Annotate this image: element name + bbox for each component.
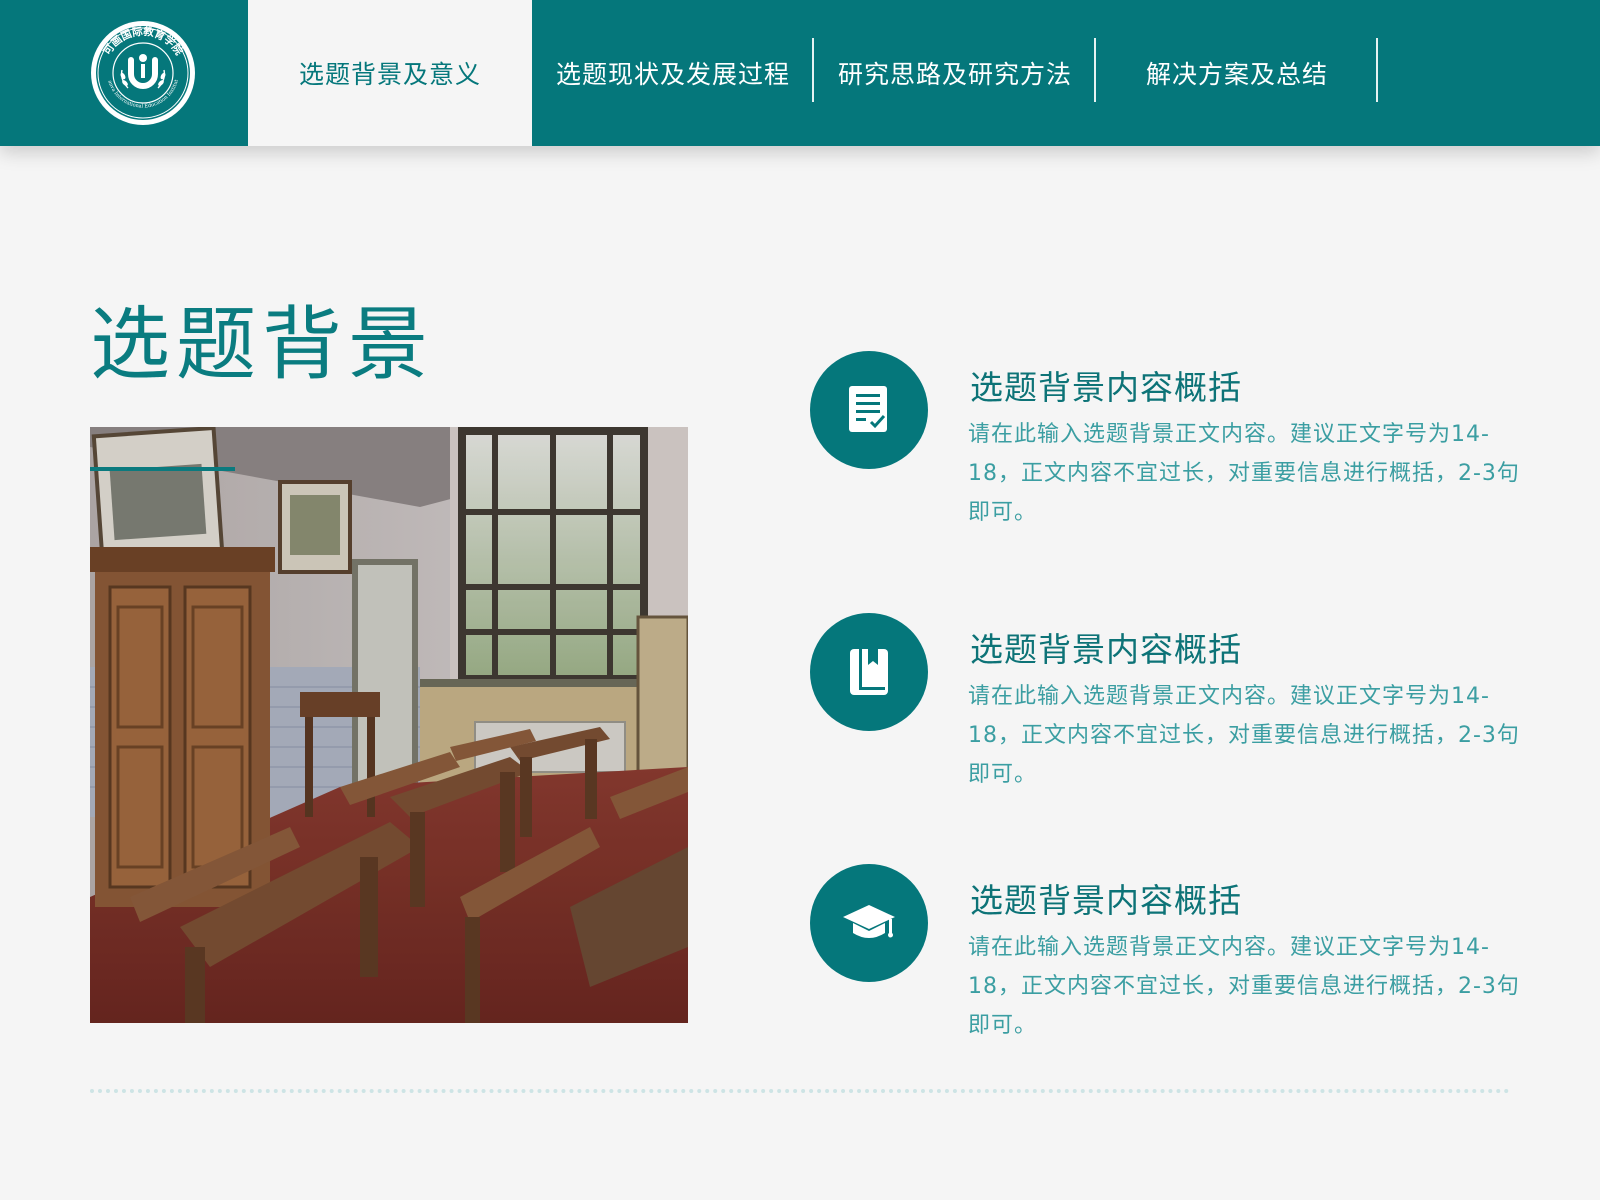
feature-title: 选题背景内容概括 xyxy=(970,630,1242,669)
feature-item: 选题背景内容概括 请在此输入选题背景正文内容。建议正文字号为14-18，正文内容… xyxy=(810,864,1530,1054)
bookmark-book-icon xyxy=(850,649,888,695)
nav-tab-solution[interactable]: 解决方案及总结 xyxy=(1096,0,1378,146)
bottom-dotted-divider xyxy=(90,1089,1510,1093)
nav-divider xyxy=(1376,38,1378,102)
document-check-icon xyxy=(849,386,887,432)
feature-item: 选题背景内容概括 请在此输入选题背景正文内容。建议正文字号为14-18，正文内容… xyxy=(810,613,1530,803)
nav-tab-label: 解决方案及总结 xyxy=(1145,60,1328,89)
photo-accent-line xyxy=(90,467,235,471)
feature-icon-circle xyxy=(810,864,928,982)
feature-icon-circle xyxy=(810,351,928,469)
graduation-cap-icon xyxy=(843,905,895,938)
feature-body: 请在此输入选题背景正文内容。建议正文字号为14-18，正文内容不宜过长，对重要信… xyxy=(968,935,1520,1038)
classroom-photo xyxy=(90,427,688,1023)
page-title: 选题背景 xyxy=(90,298,434,391)
feature-body: 请在此输入选题背景正文内容。建议正文字号为14-18，正文内容不宜过长，对重要信… xyxy=(968,422,1520,525)
nav-tab-methods[interactable]: 研究思路及研究方法 xyxy=(814,0,1096,146)
feature-item: 选题背景内容概括 请在此输入选题背景正文内容。建议正文字号为14-18，正文内容… xyxy=(810,351,1530,541)
feature-title: 选题背景内容概括 xyxy=(970,881,1242,920)
institute-logo[interactable]: 可画国际教育学院 Canva International Education I… xyxy=(88,18,198,128)
nav-tab-label: 研究思路及研究方法 xyxy=(837,60,1072,89)
feature-title: 选题背景内容概括 xyxy=(970,368,1242,407)
nav-tab-label: 选题现状及发展过程 xyxy=(555,60,790,89)
logo-area: 可画国际教育学院 Canva International Education I… xyxy=(0,0,248,146)
feature-body: 请在此输入选题背景正文内容。建议正文字号为14-18，正文内容不宜过长，对重要信… xyxy=(968,684,1520,787)
nav-tab-background[interactable]: 选题背景及意义 xyxy=(248,0,532,146)
nav-tab-status[interactable]: 选题现状及发展过程 xyxy=(532,0,814,146)
nav-tab-label: 选题背景及意义 xyxy=(298,60,481,89)
top-navigation-bar: 可画国际教育学院 Canva International Education I… xyxy=(0,0,1600,146)
feature-icon-circle xyxy=(810,613,928,731)
